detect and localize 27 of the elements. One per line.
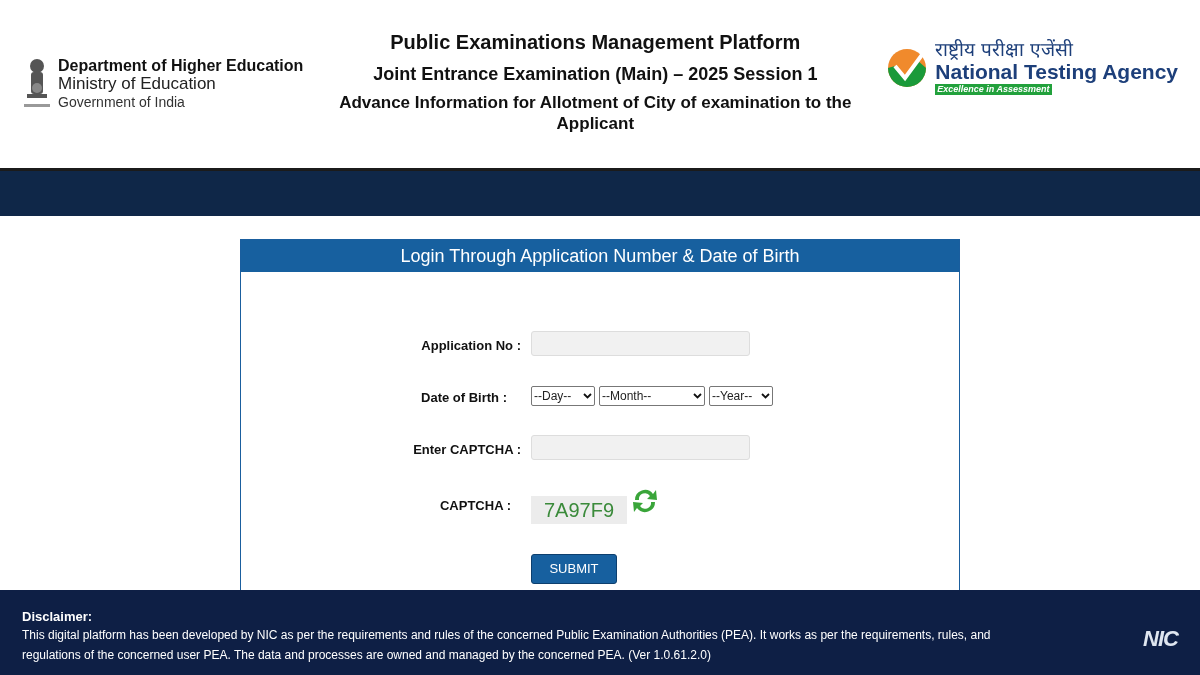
dropdown[interactable]: --Year--	[709, 386, 773, 406]
agency-name: National Testing Agency	[935, 60, 1178, 84]
agency-tagline: Excellence in Assessment	[935, 84, 1052, 95]
dropdown[interactable]: --Month--	[599, 386, 705, 406]
field-label: CAPTCHA :	[439, 497, 512, 515]
submit-button[interactable]: SUBMIT	[531, 554, 617, 584]
field-label: Enter CAPTCHA :	[412, 441, 521, 459]
page-subtitle: Advance Information for Allotment of City of examination to the Applicant	[338, 92, 853, 134]
ministry-name: Ministry of Education	[58, 75, 217, 93]
chevron-down-icon	[583, 393, 592, 399]
department-name: Department of Higher Education	[58, 57, 304, 75]
nic-logo: NIC	[1143, 625, 1178, 653]
exam-title: Joint Entrance Examination (Main) – 2025 Session 1	[373, 63, 818, 86]
chevron-down-icon	[761, 393, 770, 399]
text-field[interactable]	[531, 331, 750, 356]
field-label: Date of Birth :	[420, 389, 508, 407]
captcha-image: 7A97F9	[531, 496, 627, 524]
government-name: Government of India	[58, 93, 186, 111]
field-label: Application No :	[420, 337, 521, 355]
platform-title: Public Examinations Management Platform	[390, 30, 801, 55]
card-title: Login Through Application Number & Date of Birth	[241, 240, 959, 272]
agency-hindi-name: राष्ट्रीय परीक्षा एजेंसी	[935, 38, 1074, 60]
text-field[interactable]	[531, 435, 750, 460]
chevron-down-icon	[693, 393, 702, 399]
disclaimer-heading: Disclaimer:	[22, 608, 94, 625]
dropdown[interactable]: --Day--	[531, 386, 595, 406]
disclaimer-text: This digital platform has been developed by NIC as per the requirements and rules of the concerned Public Examination Authorities (PEA). It works as per the requirements, rules, and regulations of the concerned user PEA. The data and processes are owned and managed by the concerned PEA. (Ver 1.0.61.2.0)	[22, 627, 992, 664]
